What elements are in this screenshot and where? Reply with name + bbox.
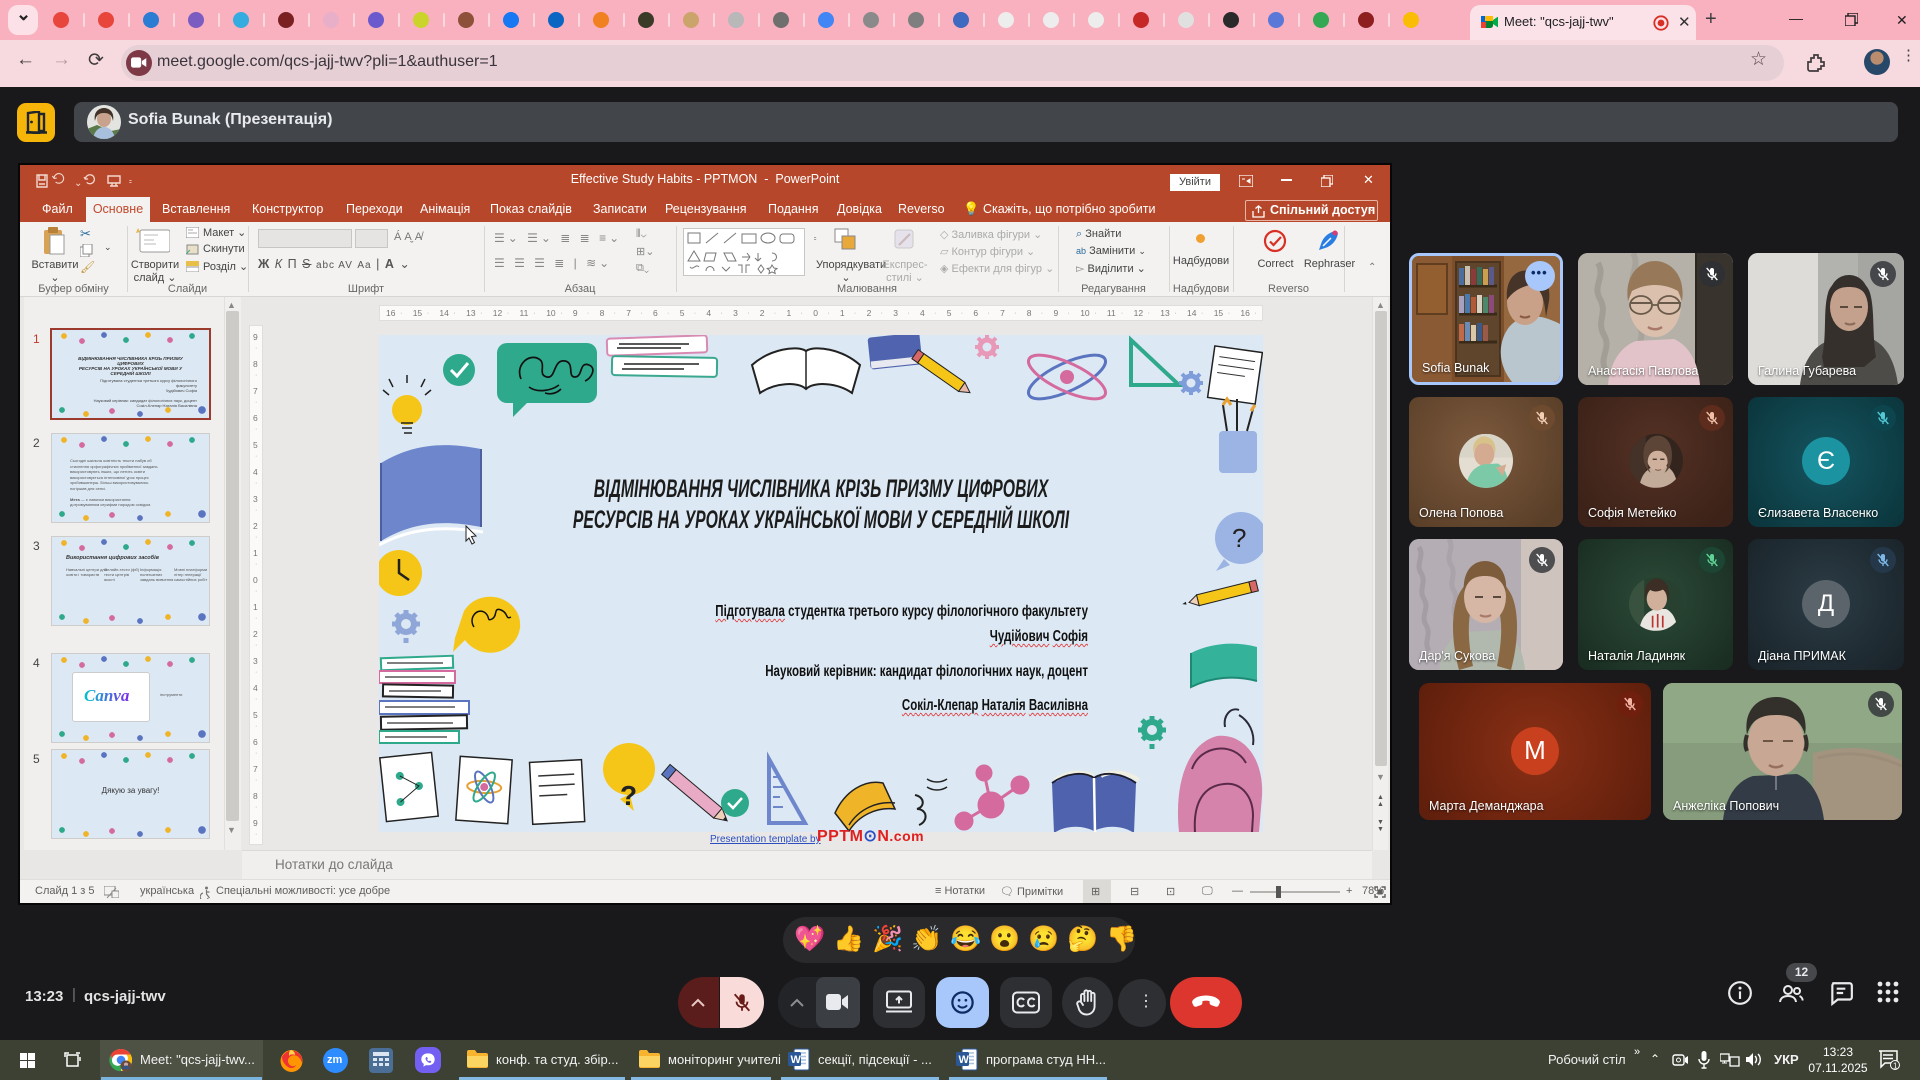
svg-text:1: 1 [1893, 1062, 1898, 1071]
svg-text:?: ? [620, 780, 637, 811]
svg-text:W: W [959, 1054, 970, 1066]
svg-text:W: W [791, 1054, 802, 1066]
svg-text:?: ? [1232, 523, 1246, 553]
